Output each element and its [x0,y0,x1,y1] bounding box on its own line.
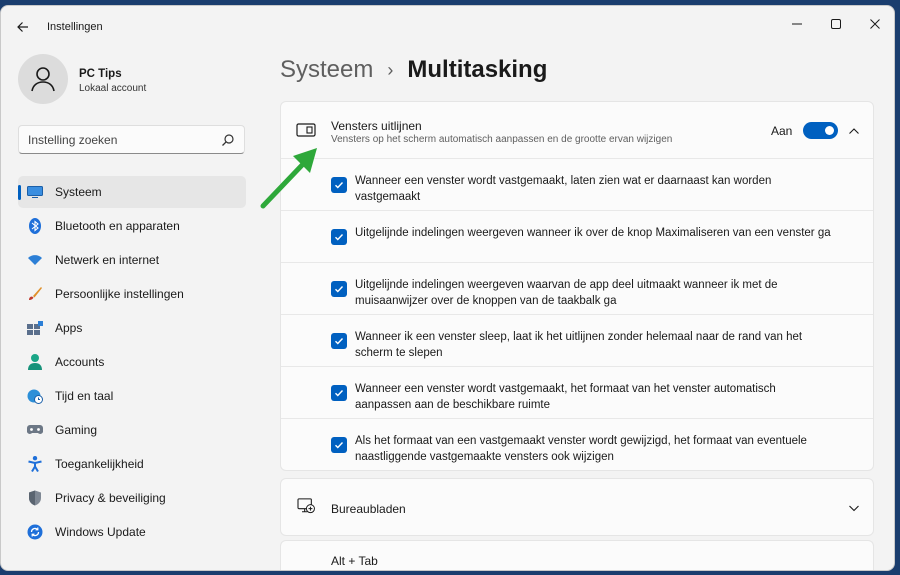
checkmark-icon [335,182,344,189]
search-box[interactable] [18,125,245,154]
sidebar-item-systeem[interactable]: Systeem [18,176,246,208]
snap-windows-card: Vensters uitlijnen Vensters op het scher… [280,101,874,471]
sidebar-item-label: Privacy & beveiliging [55,491,166,505]
person-icon [31,67,55,92]
sidebar-item-label: Accounts [55,355,105,369]
snap-windows-title: Vensters uitlijnen [331,119,422,133]
snap-option-row: Als het formaat van een vastgemaakt vens… [281,418,873,470]
snap-option-checkbox[interactable] [331,229,347,245]
checkmark-icon [335,286,344,293]
virtual-desktop-icon [297,498,315,514]
snap-option-label: Uitgelijnde indelingen weergeven waarvan… [355,279,778,307]
back-arrow-icon [17,22,28,32]
avatar[interactable] [18,54,68,104]
snap-option-label: Wanneer een venster wordt vastgemaakt, l… [355,175,772,203]
monitor-icon [27,184,43,200]
chevron-down-icon[interactable] [848,502,860,514]
snap-option-row: Wanneer een venster wordt vastgemaakt, l… [281,158,873,210]
sidebar-item-label: Systeem [55,185,102,199]
sidebar-item-label: Netwerk en internet [55,253,160,267]
checkmark-icon [335,390,344,397]
snap-windows-description: Vensters op het scherm automatisch aanpa… [331,134,673,145]
search-icon[interactable] [221,133,235,147]
sidebar-item-bluetooth[interactable]: Bluetooth en apparaten [18,210,246,242]
snap-option-checkbox[interactable] [331,333,347,349]
sidebar-item-accounts[interactable]: Accounts [18,346,246,378]
chevron-up-icon[interactable] [848,125,860,137]
snap-option-checkbox[interactable] [331,385,347,401]
minimize-icon [792,23,802,25]
clock-globe-icon [27,388,43,404]
snap-option-label: Wanneer een venster wordt vastgemaakt, h… [355,383,776,411]
title-bar: Instellingen [1,6,894,46]
search-input[interactable] [28,132,218,147]
breadcrumb: Systeem › Multitasking [280,56,547,84]
sidebar-item-label: Gaming [55,423,98,437]
wifi-icon [27,252,43,268]
snap-option-checkbox[interactable] [331,177,347,193]
accessibility-icon [27,456,43,472]
sidebar-item-gaming[interactable]: Gaming [18,414,246,446]
toggle-state-label: Aan [771,124,793,138]
maximize-icon [831,19,841,29]
apps-icon [27,320,43,336]
snap-option-row: Wanneer een venster wordt vastgemaakt, h… [281,366,873,418]
person-icon [27,354,43,370]
sidebar-item-label: Persoonlijke instellingen [55,287,184,301]
maximize-button[interactable] [816,10,856,38]
snap-option-row: Uitgelijnde indelingen weergeven waarvan… [281,262,873,314]
sidebar-item-toegankelijkheid[interactable]: Toegankelijkheid [18,448,246,480]
alt-tab-card[interactable]: Alt + Tab [280,540,874,570]
snap-option-row: Wanneer ik een venster sleep, laat ik he… [281,314,873,366]
brush-icon [27,286,43,302]
sidebar-item-apps[interactable]: Apps [18,312,246,344]
close-button[interactable] [855,10,894,38]
sidebar-item-windows-update[interactable]: Windows Update [18,516,246,548]
sidebar-item-persoonlijk[interactable]: Persoonlijke instellingen [18,278,246,310]
breadcrumb-separator: › [387,59,394,80]
sidebar-item-label: Apps [55,321,83,335]
settings-window: Instellingen PC Tips Lokaal account Inst… [0,5,895,571]
page-title: Multitasking [407,56,548,83]
sidebar-item-label: Tijd en taal [55,389,114,403]
sidebar-item-tijd-en-taal[interactable]: Tijd en taal [18,380,246,412]
checkmark-icon [335,442,344,449]
snap-option-checkbox[interactable] [331,281,347,297]
back-button[interactable] [11,16,35,38]
sidebar-item-label: Toegankelijkheid [55,457,144,471]
snap-windows-toggle[interactable] [803,122,838,139]
sidebar-item-label: Bluetooth en apparaten [55,219,180,233]
snap-option-row: Uitgelijnde indelingen weergeven wanneer… [281,210,873,262]
desktops-card[interactable]: Bureaubladen [280,478,874,536]
bluetooth-icon [27,218,43,234]
sidebar-nav: Systeem Bluetooth en apparaten Netwerk e… [18,176,246,550]
sidebar-item-netwerk[interactable]: Netwerk en internet [18,244,246,276]
snap-option-label: Wanneer ik een venster sleep, laat ik he… [355,331,803,359]
snap-layout-icon [296,123,316,137]
update-icon [27,524,43,540]
sidebar-item-label: Windows Update [55,525,146,539]
snap-option-checkbox[interactable] [331,437,347,453]
minimize-button[interactable] [777,10,817,38]
profile-account-type: Lokaal account [79,83,147,94]
app-title: Instellingen [47,21,103,33]
breadcrumb-parent[interactable]: Systeem [280,56,373,84]
shield-icon [27,490,43,506]
snap-windows-header[interactable]: Vensters uitlijnen Vensters op het scher… [281,102,873,158]
profile-name: PC Tips [79,68,122,80]
snap-option-label: Als het formaat van een vastgemaakt vens… [355,435,807,463]
checkmark-icon [335,234,344,241]
close-icon [870,19,880,29]
sidebar-item-privacy[interactable]: Privacy & beveiliging [18,482,246,514]
snap-option-label: Uitgelijnde indelingen weergeven wanneer… [355,227,831,239]
alt-tab-title: Alt + Tab [331,554,378,568]
desktops-title: Bureaubladen [331,502,406,516]
gamepad-icon [27,422,43,438]
checkmark-icon [335,338,344,345]
